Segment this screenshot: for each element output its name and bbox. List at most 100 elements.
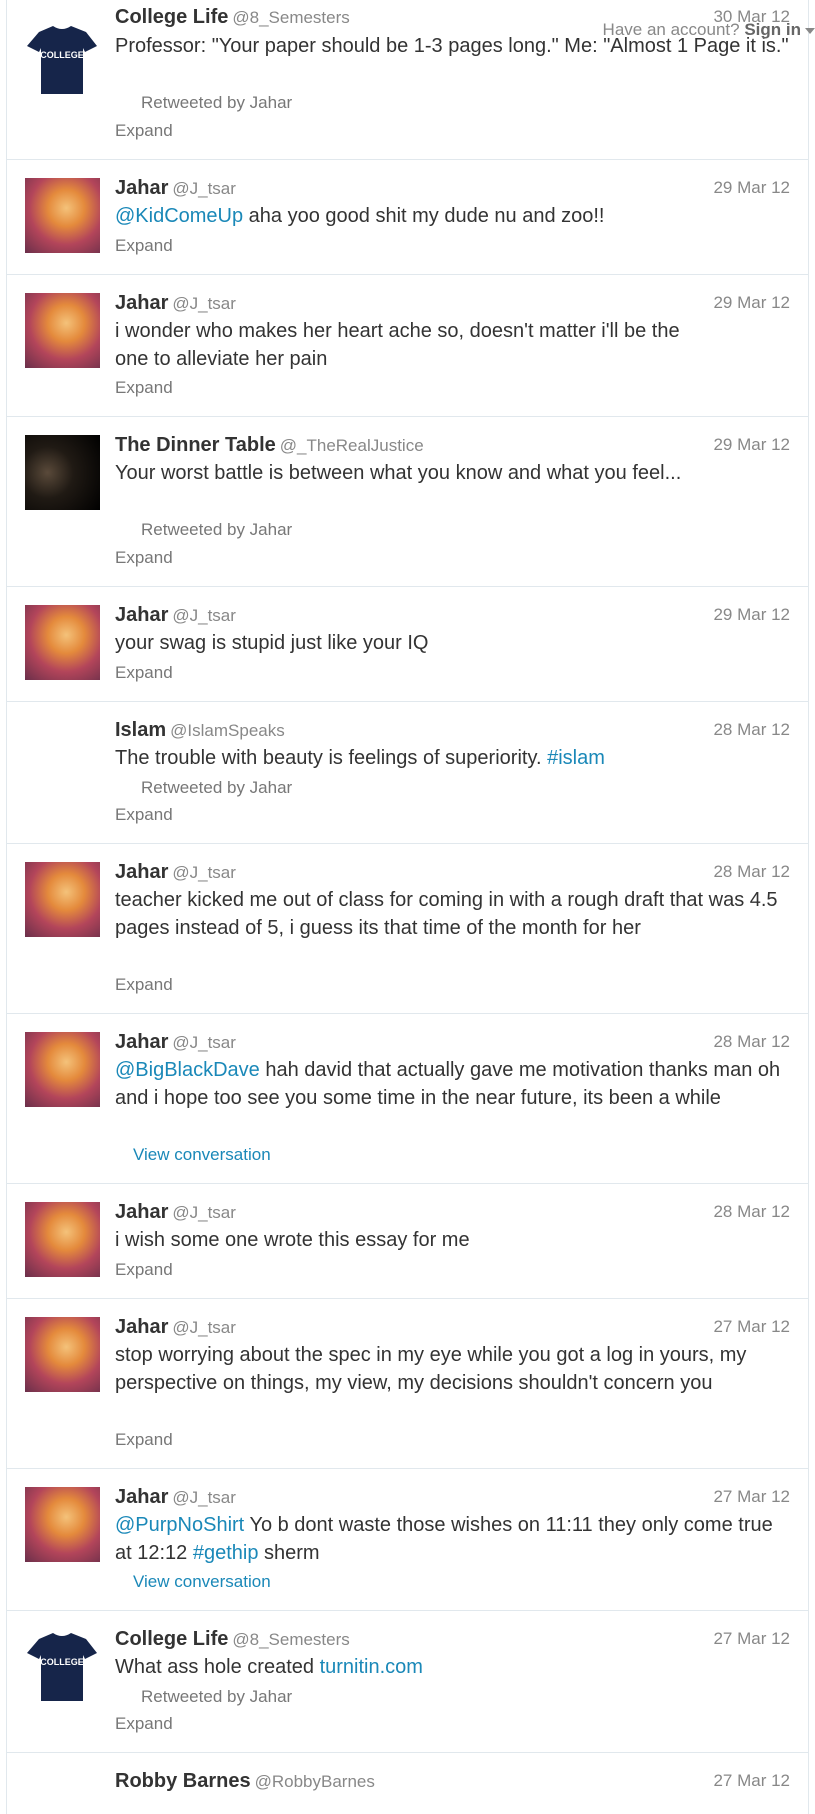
tweet-timestamp[interactable]: 28 Mar 12 <box>713 717 790 743</box>
view-conversation-link[interactable]: View conversation <box>133 1144 271 1166</box>
tweet-timestamp[interactable]: 29 Mar 12 <box>713 432 790 458</box>
tweet-fullname[interactable]: Jahar <box>115 292 168 314</box>
tweet-text: Your worst battle is between what you kn… <box>115 462 682 484</box>
mention-link[interactable]: @PurpNoShirt <box>115 1514 244 1536</box>
tweet-username[interactable]: @J_tsar <box>172 1033 236 1052</box>
signin-prompt: Have an account? Sign in <box>603 20 815 40</box>
expand-link[interactable]: Expand <box>115 1429 173 1451</box>
tweet-timestamp[interactable]: 29 Mar 12 <box>713 290 790 316</box>
tweet-text: i wish some one wrote this essay for me <box>115 1229 470 1251</box>
avatar[interactable] <box>25 1032 100 1107</box>
avatar[interactable]: COLLEGE <box>25 22 100 97</box>
tweet-fullname[interactable]: Jahar <box>115 604 168 626</box>
tweet[interactable]: Jahar @J_tsar 27 Mar 12 stop worrying abo… <box>7 1299 808 1469</box>
tweet-timestamp[interactable]: 28 Mar 12 <box>713 1199 790 1225</box>
tweet[interactable]: The Dinner Table @_TheRealJustice 29 Mar … <box>7 417 808 587</box>
tweet-timestamp[interactable]: 28 Mar 12 <box>713 859 790 885</box>
svg-text:COLLEGE: COLLEGE <box>40 1657 84 1667</box>
retweeted-by: Retweeted by Jahar <box>141 778 293 797</box>
retweeted-by: Retweeted by Jahar <box>141 520 293 539</box>
retweeted-by: Retweeted by Jahar <box>141 1687 293 1706</box>
url-link[interactable]: turnitin.com <box>320 1656 423 1678</box>
tweet-timestamp[interactable]: 28 Mar 12 <box>713 1029 790 1055</box>
avatar[interactable] <box>25 293 100 368</box>
tweet-username[interactable]: @J_tsar <box>172 1488 236 1507</box>
tweet-username[interactable]: @_TheRealJustice <box>280 436 424 455</box>
avatar[interactable] <box>25 1487 100 1562</box>
expand-link[interactable]: Expand <box>115 1259 173 1281</box>
tweet-timestamp[interactable]: 27 Mar 12 <box>713 1768 790 1794</box>
tweet-fullname[interactable]: Jahar <box>115 1316 168 1338</box>
hashtag-link[interactable]: #gethip <box>193 1542 259 1564</box>
tweet-timestamp[interactable]: 29 Mar 12 <box>713 175 790 201</box>
tweet-fullname[interactable]: Jahar <box>115 1201 168 1223</box>
tweet-fullname[interactable]: The Dinner Table <box>115 434 276 456</box>
expand-link[interactable]: Expand <box>115 235 173 257</box>
tweet-text: your swag is stupid just like your IQ <box>115 632 429 654</box>
tweet-fullname[interactable]: College Life <box>115 1628 228 1650</box>
tweet-username[interactable]: @IslamSpeaks <box>170 721 285 740</box>
tweet-username[interactable]: @J_tsar <box>172 179 236 198</box>
expand-link[interactable]: Expand <box>115 662 173 684</box>
chevron-down-icon[interactable] <box>805 27 815 34</box>
tweet[interactable]: COLLEGE College Life @8_Semesters 27 Mar … <box>7 1611 808 1753</box>
tweet-fullname[interactable]: Jahar <box>115 177 168 199</box>
tweet[interactable]: Jahar @J_tsar 29 Mar 12 @KidComeUp aha yo… <box>7 160 808 275</box>
tweet-username[interactable]: @J_tsar <box>172 863 236 882</box>
tweet[interactable]: Jahar @J_tsar 29 Mar 12 i wonder who make… <box>7 275 808 417</box>
tweet-text: @KidComeUp aha yoo good shit my dude nu … <box>115 205 605 227</box>
hashtag-link[interactable]: #islam <box>547 747 605 769</box>
avatar[interactable] <box>25 1202 100 1277</box>
tweet[interactable]: Robby Barnes @RobbyBarnes 27 Mar 12 <box>7 1753 808 1814</box>
tweet-username[interactable]: @8_Semesters <box>232 1630 349 1649</box>
avatar[interactable] <box>25 1317 100 1392</box>
mention-link[interactable]: @BigBlackDave <box>115 1059 260 1081</box>
tweet-text: The trouble with beauty is feelings of s… <box>115 747 605 769</box>
tweet-fullname[interactable]: Robby Barnes <box>115 1770 251 1792</box>
tweet-text: @PurpNoShirt Yo b dont waste those wishe… <box>115 1514 773 1564</box>
timeline: COLLEGE College Life @8_Semesters 30 Mar … <box>6 0 809 1814</box>
tweet-username[interactable]: @J_tsar <box>172 606 236 625</box>
college-tshirt-icon: COLLEGE <box>27 1633 97 1701</box>
tweet-username[interactable]: @8_Semesters <box>232 8 349 27</box>
tweet-fullname[interactable]: College Life <box>115 6 228 28</box>
tweet-text: @BigBlackDave hah david that actually ga… <box>115 1059 781 1109</box>
avatar[interactable]: COLLEGE <box>25 1629 100 1704</box>
avatar[interactable] <box>25 862 100 937</box>
tweet-username[interactable]: @RobbyBarnes <box>255 1772 375 1791</box>
tweet-username[interactable]: @J_tsar <box>172 1318 236 1337</box>
tweet[interactable]: Jahar @J_tsar 28 Mar 12 @BigBlackDave hah… <box>7 1014 808 1184</box>
tweet-fullname[interactable]: Jahar <box>115 1031 168 1053</box>
tweet-text: i wonder who makes her heart ache so, do… <box>115 320 680 370</box>
mention-link[interactable]: @KidComeUp <box>115 205 243 227</box>
tweet-text: stop worrying about the spec in my eye w… <box>115 1344 747 1394</box>
tweet-username[interactable]: @J_tsar <box>172 1203 236 1222</box>
expand-link[interactable]: Expand <box>115 120 173 142</box>
tweet-timestamp[interactable]: 29 Mar 12 <box>713 602 790 628</box>
expand-link[interactable]: Expand <box>115 974 173 996</box>
avatar[interactable] <box>25 605 100 680</box>
retweeted-by: Retweeted by Jahar <box>141 93 293 112</box>
view-conversation-link[interactable]: View conversation <box>133 1571 271 1593</box>
tweet[interactable]: Jahar @J_tsar 28 Mar 12 teacher kicked me… <box>7 844 808 1014</box>
tweet-fullname[interactable]: Jahar <box>115 1486 168 1508</box>
expand-link[interactable]: Expand <box>115 547 173 569</box>
expand-link[interactable]: Expand <box>115 377 173 399</box>
expand-link[interactable]: Expand <box>115 804 173 826</box>
tweet-timestamp[interactable]: 27 Mar 12 <box>713 1626 790 1652</box>
tweet[interactable]: Jahar @J_tsar 28 Mar 12 i wish some one w… <box>7 1184 808 1299</box>
tweet-timestamp[interactable]: 27 Mar 12 <box>713 1314 790 1340</box>
tweet[interactable]: Jahar @J_tsar 27 Mar 12 @PurpNoShirt Yo b… <box>7 1469 808 1611</box>
tweet-username[interactable]: @J_tsar <box>172 294 236 313</box>
expand-link[interactable]: Expand <box>115 1713 173 1735</box>
tweet[interactable]: Islam @IslamSpeaks 28 Mar 12 The trouble … <box>7 702 808 844</box>
tweet-text: teacher kicked me out of class for comin… <box>115 889 778 939</box>
college-tshirt-icon: COLLEGE <box>27 26 97 94</box>
avatar[interactable] <box>25 178 100 253</box>
tweet-fullname[interactable]: Islam <box>115 719 166 741</box>
avatar[interactable] <box>25 435 100 510</box>
tweet[interactable]: Jahar @J_tsar 29 Mar 12 your swag is stup… <box>7 587 808 702</box>
tweet-timestamp[interactable]: 27 Mar 12 <box>713 1484 790 1510</box>
sign-in-link[interactable]: Sign in <box>744 20 801 39</box>
tweet-fullname[interactable]: Jahar <box>115 861 168 883</box>
